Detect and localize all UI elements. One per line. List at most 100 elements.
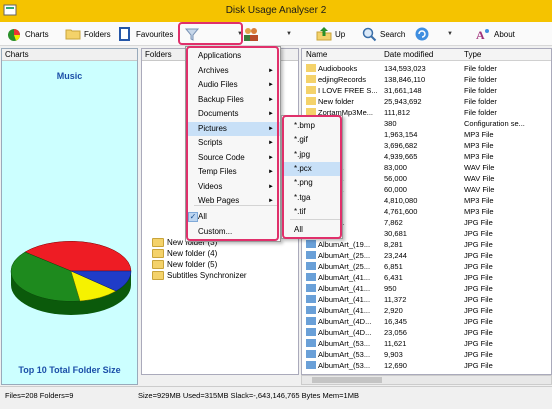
- file-row[interactable]: AlbumArt_(41... 11,372 JPG File: [302, 294, 551, 305]
- charts-button-label: Charts: [25, 29, 49, 39]
- file-size: 4,810,080: [384, 196, 418, 205]
- file-row[interactable]: AlbumArt_(53... 11,621 JPG File: [302, 338, 551, 349]
- file-type: JPG File: [464, 273, 493, 282]
- image-file-icon: [306, 284, 316, 292]
- tree-item-label: New folder (4): [167, 249, 218, 258]
- file-row[interactable]: Audiobooks 134,593,023 File folder: [302, 63, 551, 74]
- column-header-name[interactable]: Name: [306, 50, 327, 59]
- file-size: 56,000: [384, 174, 407, 183]
- file-size: 16,345: [384, 317, 407, 326]
- file-name: I LOVE FREE S...: [318, 86, 378, 95]
- file-type: JPG File: [464, 229, 493, 238]
- refresh-icon: [415, 27, 429, 41]
- file-size: 380: [384, 119, 397, 128]
- file-name: AlbumArt_(53...: [318, 339, 371, 348]
- file-type: JPG File: [464, 339, 493, 348]
- pie-chart[interactable]: [6, 219, 136, 329]
- file-size: 31,661,148: [384, 86, 422, 95]
- file-name: AlbumArt_(41...: [318, 284, 371, 293]
- file-size: 3,696,682: [384, 141, 418, 150]
- file-list-header: Name Date modified Type: [302, 49, 551, 61]
- file-row[interactable]: AlbumArt_(4D... 23,056 JPG File: [302, 327, 551, 338]
- favourites-button-label: Favourites: [136, 29, 174, 39]
- file-name: AlbumArt_(53...: [318, 350, 371, 359]
- file-row[interactable]: AlbumArt_(41... 950 JPG File: [302, 283, 551, 294]
- favourites-icon: [119, 27, 130, 41]
- file-type: MP3 File: [464, 207, 494, 216]
- file-type: WAV File: [464, 163, 495, 172]
- file-size: 83,000: [384, 163, 407, 172]
- file-type: JPG File: [464, 251, 493, 260]
- image-file-icon: [306, 295, 316, 303]
- file-row[interactable]: AlbumArt_(4D... 16,345 JPG File: [302, 316, 551, 327]
- file-size: 134,593,023: [384, 64, 426, 73]
- status-file-count: Files=208 Folders=9: [5, 391, 74, 400]
- folder-icon: [306, 86, 316, 94]
- file-row[interactable]: edjingRecords 138,846,110 File folder: [302, 74, 551, 85]
- file-size: 11,372: [384, 295, 407, 304]
- file-type: MP3 File: [464, 196, 494, 205]
- filter-dropdown-highlight: [178, 22, 243, 45]
- search-icon: [362, 27, 377, 42]
- file-size: 6,851: [384, 262, 403, 271]
- refresh-button[interactable]: ▼: [414, 24, 453, 44]
- column-header-date[interactable]: Date modified: [384, 50, 433, 59]
- tree-item[interactable]: New folder (4): [152, 249, 217, 258]
- file-size: 30,681: [384, 229, 407, 238]
- file-type: MP3 File: [464, 141, 494, 150]
- up-button[interactable]: Up: [316, 24, 345, 44]
- file-row[interactable]: AlbumArt_(19... 8,281 JPG File: [302, 239, 551, 250]
- file-row[interactable]: AlbumArt_(53... 9,903 JPG File: [302, 349, 551, 360]
- charts-panel: Charts Music Top 10 Total Folder Size: [1, 48, 138, 385]
- folder-icon: [306, 64, 316, 72]
- column-header-type[interactable]: Type: [464, 50, 481, 59]
- search-button-label: Search: [380, 29, 406, 39]
- folders-button[interactable]: Folders: [65, 24, 111, 44]
- search-button[interactable]: Search: [361, 24, 405, 44]
- folder-icon: [152, 260, 164, 269]
- file-row[interactable]: AlbumArt_(41... 2,920 JPG File: [302, 305, 551, 316]
- file-name: New folder: [318, 97, 354, 106]
- users-icon: [244, 28, 258, 41]
- tree-item[interactable]: New folder (5): [152, 260, 217, 269]
- file-type: Configuration se...: [464, 119, 525, 128]
- file-size: 2,920: [384, 306, 403, 315]
- file-row[interactable]: AlbumArt_(25... 23,244 JPG File: [302, 250, 551, 261]
- about-button-label: About: [494, 29, 515, 39]
- file-type: File folder: [464, 64, 497, 73]
- image-file-icon: [306, 339, 316, 347]
- file-type: JPG File: [464, 328, 493, 337]
- users-button[interactable]: ▼: [243, 24, 292, 44]
- file-row[interactable]: AlbumArt_(25... 6,851 JPG File: [302, 261, 551, 272]
- scrollbar-thumb[interactable]: [312, 377, 382, 383]
- status-bar: Files=208 Folders=9 Size=929MB Used=315M…: [0, 386, 552, 409]
- about-button[interactable]: A About: [475, 24, 515, 44]
- file-name: AlbumArt_(25...: [318, 262, 371, 271]
- tree-item[interactable]: Subtitles Synchronizer: [152, 271, 247, 280]
- status-disk-info: Size=929MB Used=315MB Slack=-,643,146,76…: [138, 391, 359, 400]
- horizontal-scrollbar[interactable]: [301, 375, 552, 385]
- file-type: File folder: [464, 108, 497, 117]
- file-size: 11,621: [384, 339, 407, 348]
- image-file-icon: [306, 240, 316, 248]
- charts-button[interactable]: Charts: [6, 24, 49, 44]
- file-row[interactable]: I LOVE FREE S... 31,661,148 File folder: [302, 85, 551, 96]
- folder-icon: [152, 238, 164, 247]
- file-type: MP3 File: [464, 152, 494, 161]
- file-size: 9,903: [384, 350, 403, 359]
- file-row[interactable]: New folder 25,943,692 File folder: [302, 96, 551, 107]
- file-type: JPG File: [464, 295, 493, 304]
- submenu-highlight: [282, 115, 342, 239]
- folders-button-label: Folders: [84, 29, 111, 39]
- file-row[interactable]: AlbumArt_(53... 12,690 JPG File: [302, 360, 551, 371]
- file-type: File folder: [464, 97, 497, 106]
- file-name: AlbumArt_(41...: [318, 295, 371, 304]
- file-name: AlbumArt_(4D...: [318, 328, 372, 337]
- file-row[interactable]: AlbumArt_(41... 6,431 JPG File: [302, 272, 551, 283]
- file-name: AlbumArt_(41...: [318, 306, 371, 315]
- chevron-down-icon: ▼: [447, 31, 453, 37]
- favourites-button[interactable]: Favourites: [117, 24, 173, 44]
- folder-icon: [65, 29, 81, 40]
- file-name: AlbumArt_(19...: [318, 240, 371, 249]
- folder-icon: [306, 75, 316, 83]
